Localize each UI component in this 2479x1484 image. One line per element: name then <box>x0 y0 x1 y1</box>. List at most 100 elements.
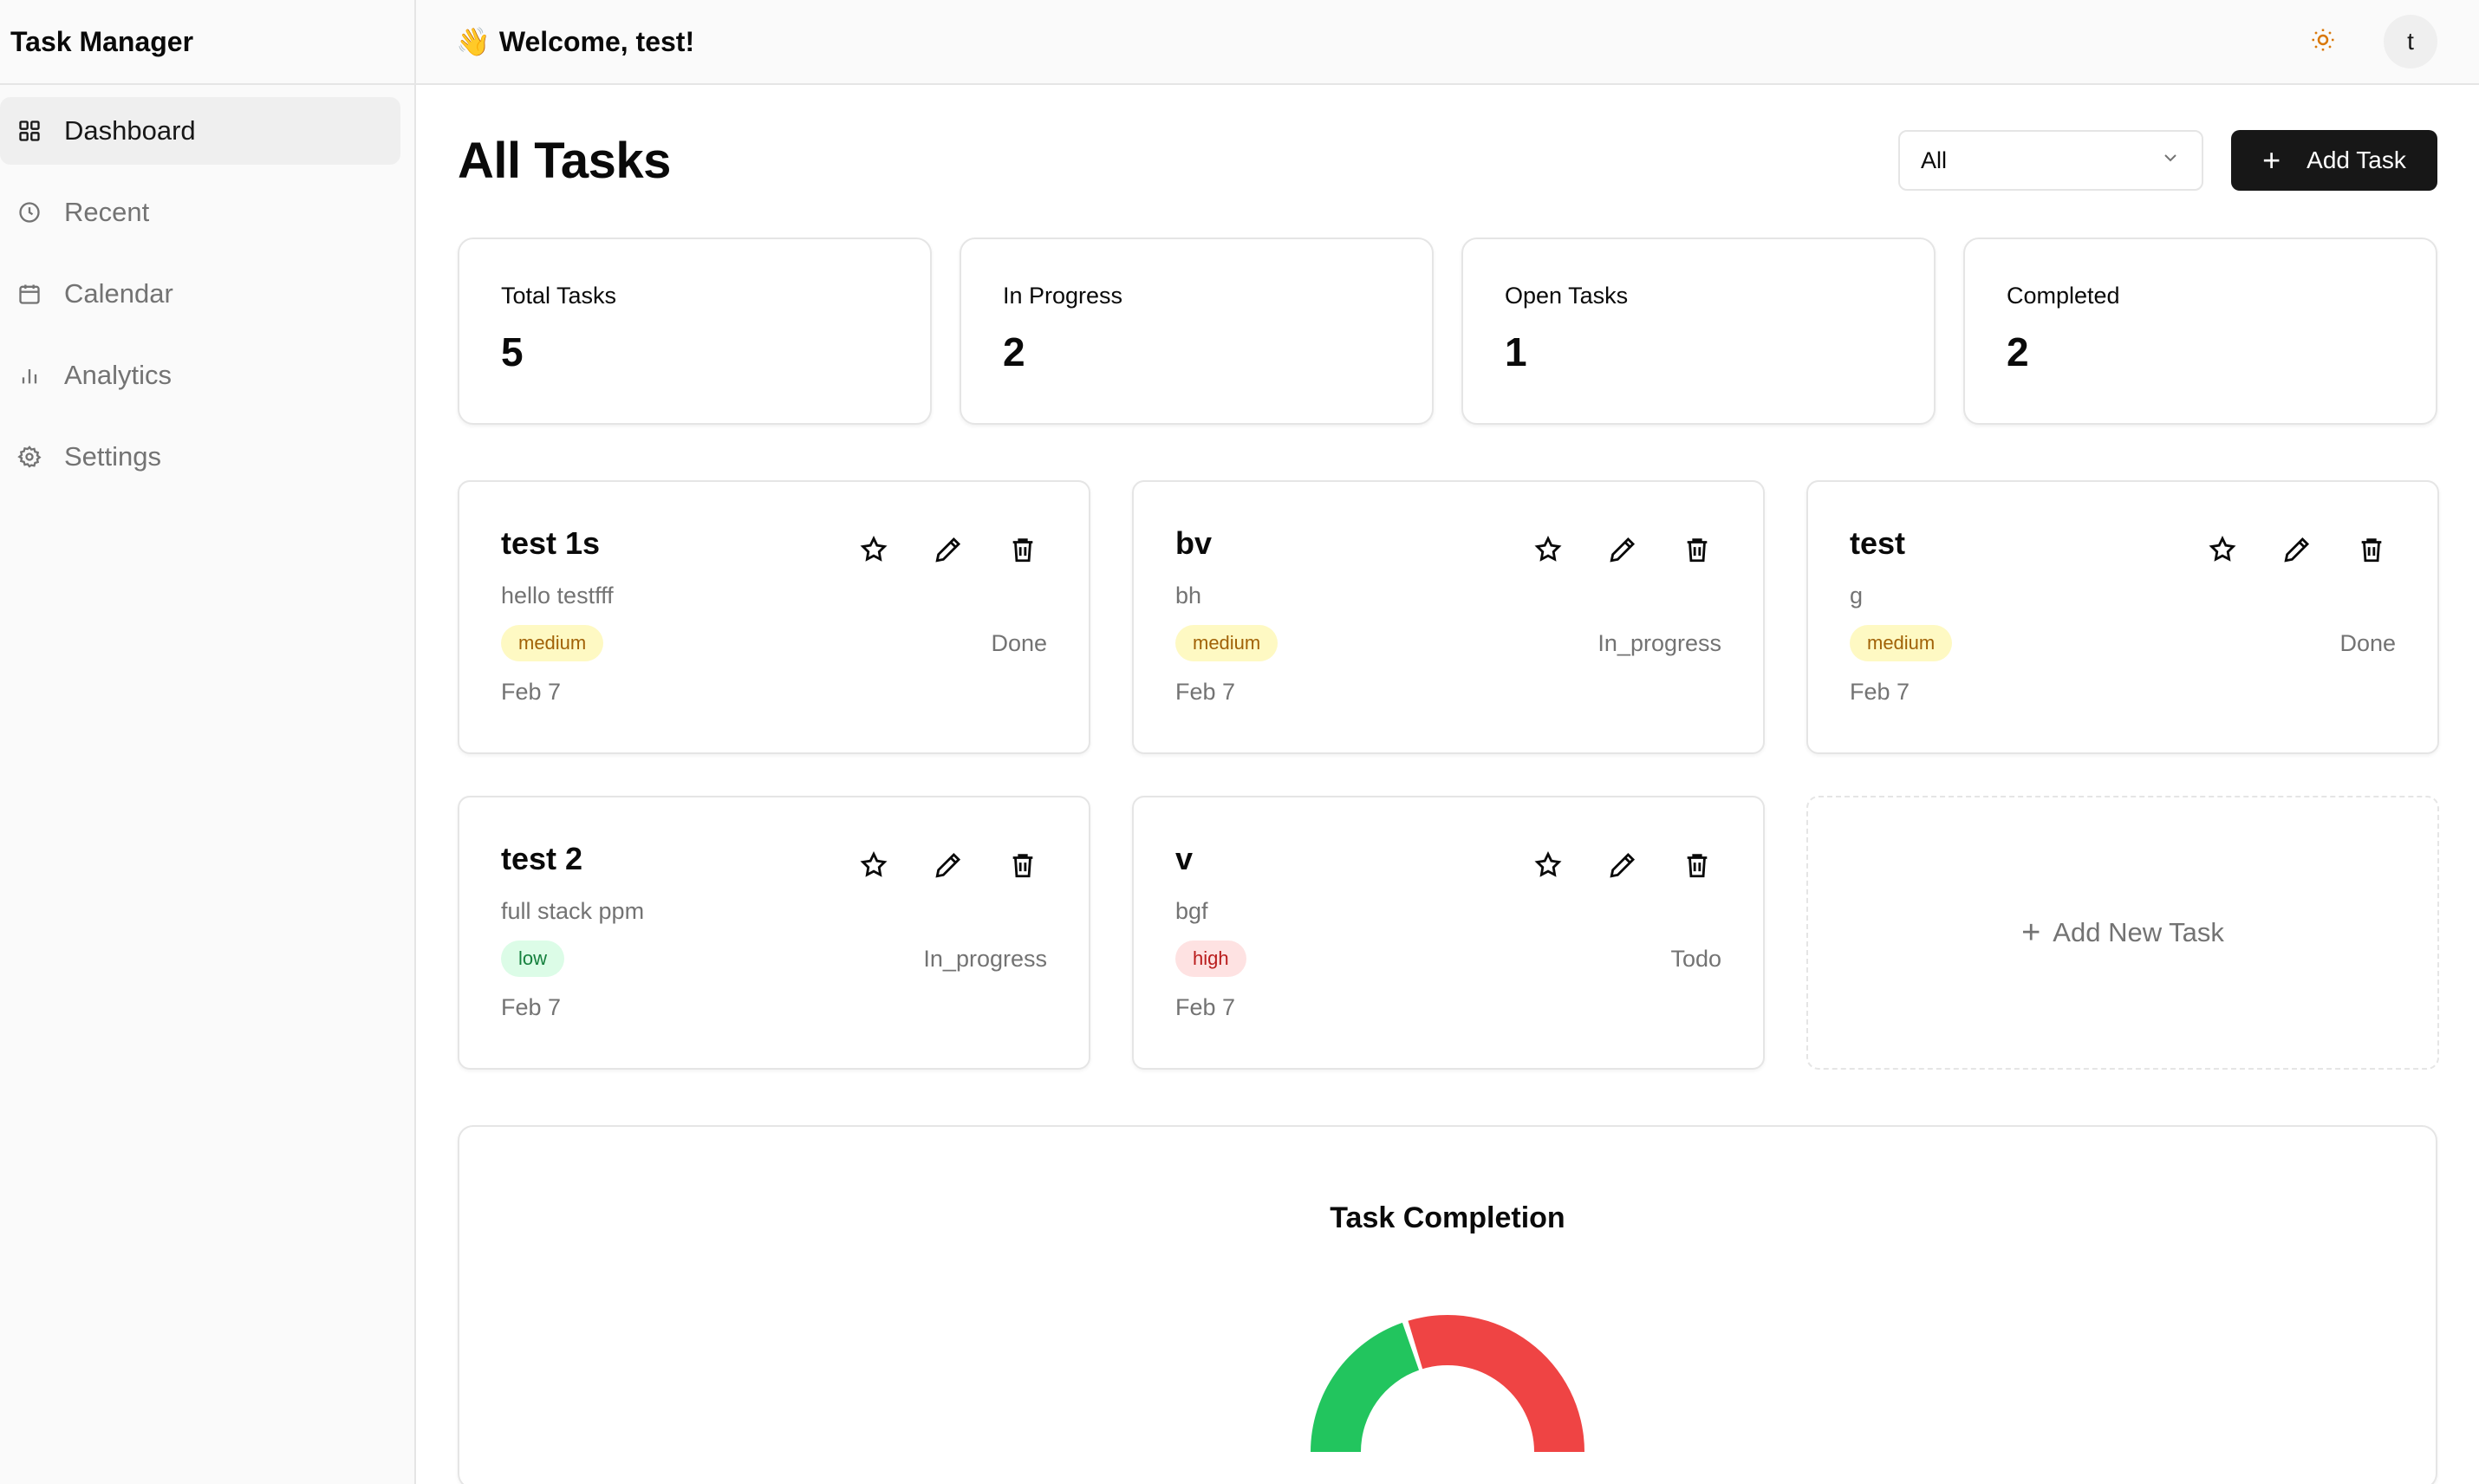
task-status: In_progress <box>923 945 1047 972</box>
task-card[interactable]: test 1s hello testfff medium Done Feb 7 <box>458 480 1090 754</box>
priority-badge: low <box>501 941 565 977</box>
trash-icon[interactable] <box>1007 849 1038 881</box>
waving-hand-emoji: 👋 <box>456 26 491 57</box>
trash-icon[interactable] <box>1682 849 1713 881</box>
task-actions <box>858 534 1038 565</box>
task-actions <box>1532 534 1713 565</box>
chart-title: Task Completion <box>1330 1201 1565 1234</box>
trash-icon[interactable] <box>1007 534 1038 565</box>
header-actions: All + Add Task <box>1898 130 2437 191</box>
star-icon[interactable] <box>858 849 889 881</box>
plus-icon: + <box>2021 914 2041 951</box>
stat-label: Completed <box>2007 283 2120 309</box>
stat-value: 5 <box>501 329 524 374</box>
task-status: Done <box>2339 629 2396 656</box>
stat-card-in-progress: In Progress 2 <box>960 238 1434 425</box>
star-icon[interactable] <box>1532 849 1564 881</box>
stat-label: Open Tasks <box>1505 283 1629 309</box>
priority-badge: medium <box>501 625 604 661</box>
edit-icon[interactable] <box>1607 849 1638 881</box>
sidebar-item-settings[interactable]: Settings <box>0 423 400 491</box>
welcome-message: 👋 Welcome, test! <box>456 25 2297 58</box>
task-description: hello testfff <box>501 583 614 609</box>
star-icon[interactable] <box>1532 534 1564 565</box>
edit-icon[interactable] <box>933 849 964 881</box>
chevron-down-icon <box>2160 147 2181 174</box>
stat-label: In Progress <box>1003 283 1123 309</box>
priority-badge: medium <box>1850 625 1953 661</box>
task-meta: medium Done <box>1850 625 2396 661</box>
task-status: In_progress <box>1597 629 1721 656</box>
stat-value: 2 <box>1003 329 1025 374</box>
task-actions <box>858 849 1038 881</box>
gear-icon <box>17 445 42 469</box>
task-actions <box>2207 534 2387 565</box>
page-title: All Tasks <box>458 132 671 189</box>
stat-card-open: Open Tasks 1 <box>1461 238 1936 425</box>
stats-row: Total Tasks 5 In Progress 2 Open Tasks 1… <box>458 238 2437 425</box>
task-status: Done <box>991 629 1047 656</box>
edit-icon[interactable] <box>933 534 964 565</box>
star-icon[interactable] <box>858 534 889 565</box>
sun-icon <box>2310 27 2336 57</box>
gauge-slice-remaining <box>1408 1315 1584 1452</box>
task-description: bgf <box>1175 898 1208 924</box>
add-task-button[interactable]: + Add Task <box>2231 130 2437 191</box>
task-card[interactable]: bv bh medium In_progress Feb 7 <box>1132 480 1765 754</box>
filter-value: All <box>1921 146 1948 173</box>
bar-chart-icon <box>17 363 42 387</box>
sidebar-item-label: Calendar <box>64 278 173 309</box>
top-bar: 👋 Welcome, test! t <box>416 0 2479 85</box>
calendar-icon <box>17 282 42 306</box>
sidebar-item-label: Recent <box>64 197 150 227</box>
stat-card-completed: Completed 2 <box>1963 238 2437 425</box>
sidebar-nav: Dashboard Recent Calendar Analytics Sett… <box>0 85 414 491</box>
task-card[interactable]: test 2 full stack ppm low In_progress Fe… <box>458 796 1090 1070</box>
sidebar-item-label: Dashboard <box>64 115 196 146</box>
task-actions <box>1532 849 1713 881</box>
star-icon[interactable] <box>2207 534 2238 565</box>
task-meta: high Todo <box>1175 941 1721 977</box>
task-completion-card: Task Completion <box>458 1125 2437 1484</box>
task-date: Feb 7 <box>1175 679 1236 705</box>
trash-icon[interactable] <box>1682 534 1713 565</box>
theme-toggle-button[interactable] <box>2297 16 2349 68</box>
task-meta: low In_progress <box>501 941 1047 977</box>
stat-value: 2 <box>2007 329 2029 374</box>
task-meta: medium In_progress <box>1175 625 1721 661</box>
filter-select[interactable]: All <box>1898 130 2203 191</box>
page-header: All Tasks All + Add Task <box>458 85 2437 229</box>
task-date: Feb 7 <box>501 679 562 705</box>
priority-badge: high <box>1175 941 1246 977</box>
completion-gauge <box>1311 1315 1584 1452</box>
sidebar-header: Task Manager <box>0 0 414 85</box>
task-status: Todo <box>1670 945 1721 972</box>
task-grid: test 1s hello testfff medium Done Feb 7 … <box>458 480 2439 1070</box>
sidebar-item-label: Settings <box>64 441 162 472</box>
task-card[interactable]: v bgf high Todo Feb 7 <box>1132 796 1765 1070</box>
stat-value: 1 <box>1505 329 1527 374</box>
gauge-slice-completed <box>1311 1322 1420 1452</box>
priority-badge: medium <box>1175 625 1279 661</box>
sidebar-item-calendar[interactable]: Calendar <box>0 260 400 328</box>
add-task-label: Add Task <box>2307 146 2406 173</box>
trash-icon[interactable] <box>2356 534 2387 565</box>
sidebar: Task Manager Dashboard Recent Calendar A… <box>0 0 416 1484</box>
task-description: g <box>1850 583 1864 609</box>
grid-icon <box>17 119 42 143</box>
avatar[interactable]: t <box>2384 15 2437 68</box>
sidebar-item-recent[interactable]: Recent <box>0 179 400 246</box>
task-date: Feb 7 <box>1850 679 1910 705</box>
sidebar-item-dashboard[interactable]: Dashboard <box>0 97 400 165</box>
task-description: bh <box>1175 583 1202 609</box>
stat-card-total: Total Tasks 5 <box>458 238 932 425</box>
sidebar-item-label: Analytics <box>64 360 172 390</box>
task-card[interactable]: test g medium Done Feb 7 <box>1806 480 2439 754</box>
main-content: All Tasks All + Add Task Total Tasks 5 I… <box>416 85 2479 1484</box>
task-meta: medium Done <box>501 625 1047 661</box>
add-new-task-card[interactable]: + Add New Task <box>1806 796 2439 1070</box>
add-new-task-label: Add New Task <box>2053 917 2224 947</box>
edit-icon[interactable] <box>2281 534 2313 565</box>
sidebar-item-analytics[interactable]: Analytics <box>0 342 400 409</box>
edit-icon[interactable] <box>1607 534 1638 565</box>
